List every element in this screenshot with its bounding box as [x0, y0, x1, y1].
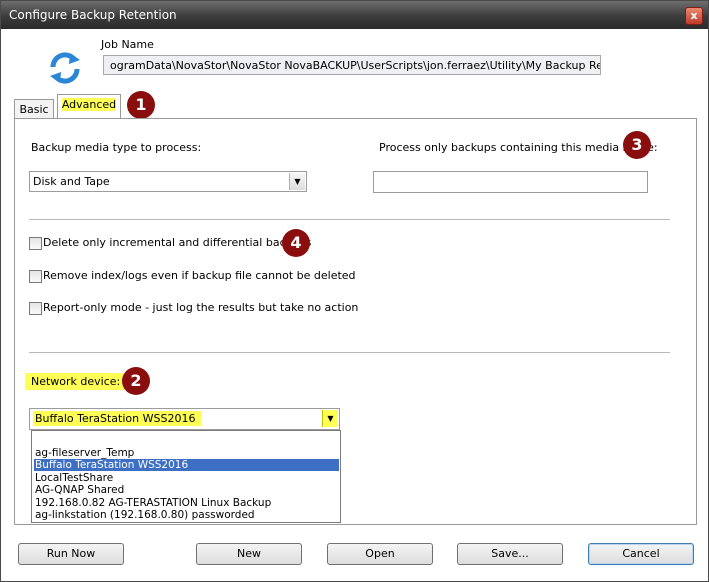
- new-button[interactable]: New: [196, 543, 302, 565]
- callout-2: 2: [122, 367, 150, 395]
- remove-index-label: Remove index/logs even if backup file ca…: [43, 269, 356, 282]
- media-name-label: Process only backups containing this med…: [379, 141, 658, 154]
- close-button[interactable]: x: [685, 7, 703, 25]
- cancel-button[interactable]: Cancel: [588, 543, 694, 565]
- job-path-field[interactable]: ogramData\NovaStor\NovaStor NovaBACKUP\U…: [103, 55, 601, 75]
- list-item[interactable]: Buffalo TeraStation WSS2016: [34, 459, 339, 471]
- delete-incremental-checkbox[interactable]: [29, 237, 42, 250]
- network-device-list[interactable]: ag-fileserver_Temp Buffalo TeraStation W…: [31, 430, 341, 523]
- run-now-button[interactable]: Run Now: [18, 543, 124, 565]
- callout-4: 4: [282, 229, 310, 257]
- delete-incremental-label: Delete only incremental and differential…: [43, 236, 312, 249]
- network-device-dropdown[interactable]: Buffalo TeraStation WSS2016 ▼: [29, 408, 340, 430]
- tab-advanced-label: Advanced: [61, 98, 117, 111]
- save-button[interactable]: Save...: [457, 543, 563, 565]
- report-only-label: Report-only mode - just log the results …: [43, 301, 359, 314]
- remove-index-checkbox[interactable]: [29, 270, 42, 283]
- configure-backup-retention-window: Configure Backup Retention x Job Name og…: [0, 0, 709, 582]
- media-type-dropdown[interactable]: Disk and Tape ▼: [29, 171, 307, 192]
- refresh-arrows-icon: [50, 52, 80, 84]
- network-device-value: Buffalo TeraStation WSS2016: [33, 411, 202, 426]
- chevron-down-icon[interactable]: ▼: [322, 410, 338, 427]
- tab-basic[interactable]: Basic: [14, 99, 54, 119]
- list-item[interactable]: LocalTestShare: [34, 472, 339, 484]
- window-title: Configure Backup Retention: [9, 8, 177, 22]
- open-button[interactable]: Open: [327, 543, 433, 565]
- media-type-label: Backup media type to process:: [31, 141, 202, 154]
- callout-1: 1: [127, 91, 155, 119]
- list-item[interactable]: 192.168.0.82 AG-TERASTATION Linux Backup: [34, 497, 339, 509]
- separator-1: [29, 219, 670, 220]
- callout-3: 3: [623, 131, 651, 159]
- title-bar[interactable]: Configure Backup Retention x: [1, 1, 708, 29]
- report-only-checkbox[interactable]: [29, 302, 42, 315]
- chevron-down-icon[interactable]: ▼: [289, 173, 305, 190]
- job-name-label: Job Name: [101, 38, 154, 51]
- list-item[interactable]: AG-QNAP Shared: [34, 484, 339, 496]
- dialog-client: Job Name ogramData\NovaStor\NovaStor Nov…: [7, 30, 702, 575]
- media-type-value: Disk and Tape: [33, 175, 110, 188]
- list-item[interactable]: ag-fileserver_Temp: [34, 447, 339, 459]
- separator-2: [29, 352, 670, 353]
- tab-advanced[interactable]: Advanced: [57, 94, 121, 119]
- list-item[interactable]: ag-linkstation (192.168.0.80) passworded: [34, 509, 339, 521]
- network-device-label: Network device:: [25, 373, 127, 390]
- media-name-input[interactable]: [373, 171, 648, 193]
